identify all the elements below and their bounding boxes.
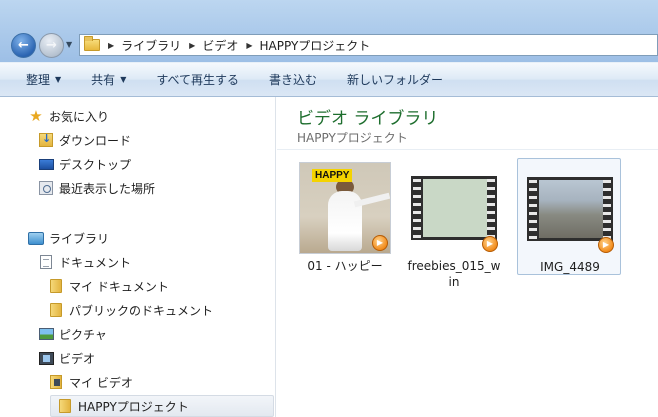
breadcrumb-libraries[interactable]: ▶ ライブラリ xyxy=(108,37,181,54)
organize-button[interactable]: 整理 ▼ xyxy=(26,71,61,88)
library-icon xyxy=(28,230,44,246)
window-header: ← → ▼ ▶ ライブラリ ▶ ビデオ ▶ HAPPYプロジェクト xyxy=(0,0,658,62)
sidebar-item-public-documents[interactable]: パブリックのドキュメント xyxy=(48,299,213,321)
video-folder-icon xyxy=(48,374,64,390)
back-button[interactable]: ← xyxy=(11,33,36,58)
file-tile[interactable]: HAPPY ▶ 01 - ハッピー xyxy=(293,158,397,276)
forward-button[interactable]: → xyxy=(39,33,64,58)
folder-icon xyxy=(48,302,64,318)
sidebar-item-pictures[interactable]: ピクチャ xyxy=(38,323,107,345)
sidebar-item-libraries[interactable]: ライブラリ xyxy=(28,227,109,249)
file-name: IMG_4489 xyxy=(540,260,600,274)
back-arrow-icon: ← xyxy=(18,38,29,53)
download-folder-icon xyxy=(38,132,54,148)
header-divider xyxy=(277,149,658,150)
folder-icon xyxy=(84,36,100,51)
file-name: 01 - ハッピー xyxy=(307,259,383,273)
breadcrumb-separator-icon: ▶ xyxy=(108,40,115,50)
sidebar-item-documents[interactable]: ドキュメント xyxy=(38,251,131,273)
document-icon xyxy=(38,254,54,270)
history-dropdown-icon[interactable]: ▼ xyxy=(66,40,72,49)
share-button[interactable]: 共有 ▼ xyxy=(91,71,126,88)
file-tile-selected[interactable]: ▶ IMG_4489 xyxy=(517,158,621,275)
file-name: freebies_015_win xyxy=(407,259,501,289)
video-icon xyxy=(38,350,54,366)
breadcrumb-separator-icon: ▶ xyxy=(246,40,253,50)
video-thumbnail: ▶ xyxy=(524,163,616,255)
picture-icon xyxy=(38,326,54,342)
film-strip-icon xyxy=(527,177,613,241)
sidebar-item-desktop[interactable]: デスクトップ xyxy=(38,153,131,175)
library-title: ビデオ ライブラリ xyxy=(297,109,439,129)
forward-arrow-icon: → xyxy=(46,38,57,53)
video-thumbnail: HAPPY ▶ xyxy=(299,162,391,254)
play-all-button[interactable]: すべて再生する xyxy=(156,71,239,88)
library-subtitle: HAPPYプロジェクト xyxy=(297,131,408,145)
file-tile[interactable]: ▶ freebies_015_win xyxy=(402,158,506,289)
breadcrumb-happy-project[interactable]: ▶ HAPPYプロジェクト xyxy=(246,37,370,54)
star-icon: ★ xyxy=(29,106,43,125)
video-thumbnail: ▶ xyxy=(408,162,500,254)
desktop-icon xyxy=(38,156,54,172)
caret-down-icon: ▼ xyxy=(55,75,62,84)
play-icon: ▶ xyxy=(482,236,498,252)
film-strip-icon xyxy=(411,176,497,240)
play-icon: ▶ xyxy=(598,237,614,253)
navigation-pane: ★ お気に入り ダウンロード デスクトップ 最近表示した場所 ライブラリ ドキュ… xyxy=(0,97,276,417)
sidebar-item-recent-places[interactable]: 最近表示した場所 xyxy=(38,177,155,199)
content-pane: ビデオ ライブラリ HAPPYプロジェクト HAPPY ▶ 01 - ハッピー … xyxy=(277,97,658,417)
burn-button[interactable]: 書き込む xyxy=(269,71,317,88)
folder-icon xyxy=(57,398,73,414)
command-bar: 整理 ▼ 共有 ▼ すべて再生する 書き込む 新しいフォルダー xyxy=(0,62,658,97)
folder-icon xyxy=(48,278,64,294)
breadcrumb-videos[interactable]: ▶ ビデオ xyxy=(189,37,238,54)
address-bar[interactable]: ▶ ライブラリ ▶ ビデオ ▶ HAPPYプロジェクト xyxy=(79,34,658,56)
new-folder-button[interactable]: 新しいフォルダー xyxy=(347,71,443,88)
play-icon: ▶ xyxy=(372,235,388,251)
recent-places-icon xyxy=(38,180,54,196)
sidebar-item-my-videos[interactable]: マイ ビデオ xyxy=(48,371,133,393)
caret-down-icon: ▼ xyxy=(120,75,127,84)
sidebar-item-my-documents[interactable]: マイ ドキュメント xyxy=(48,275,169,297)
breadcrumb-separator-icon: ▶ xyxy=(189,40,196,50)
sidebar-item-downloads[interactable]: ダウンロード xyxy=(38,129,131,151)
sidebar-item-favorites[interactable]: ★ お気に入り xyxy=(28,105,109,127)
sidebar-item-videos[interactable]: ビデオ xyxy=(38,347,95,369)
thumbnail-caption: HAPPY xyxy=(312,169,353,182)
sidebar-item-happy-project[interactable]: HAPPYプロジェクト xyxy=(50,395,274,417)
